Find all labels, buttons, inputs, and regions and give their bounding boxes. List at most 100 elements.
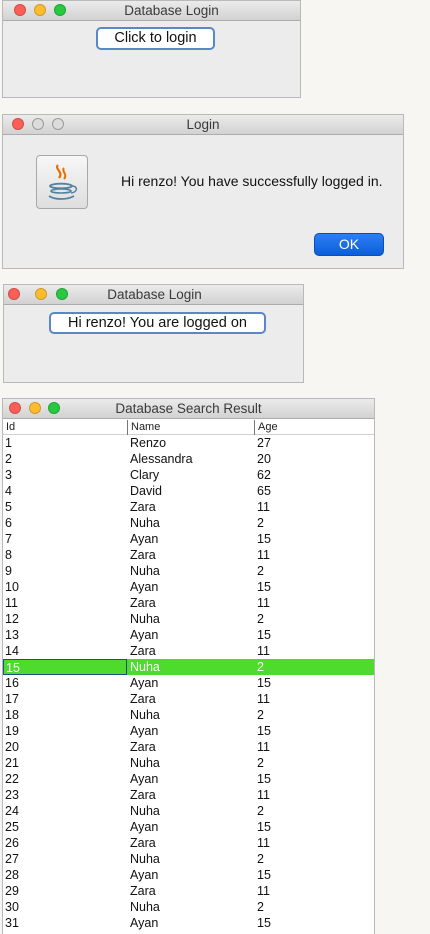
- table-row[interactable]: 3 Clary 62: [3, 467, 374, 483]
- table-row[interactable]: 21 Nuha 2: [3, 755, 374, 771]
- table-row[interactable]: 11 Zara 11: [3, 595, 374, 611]
- cell-age: 20: [257, 452, 271, 466]
- cell-name: Nuha: [130, 564, 160, 578]
- cell-id: 31: [5, 916, 19, 930]
- cell-id: 11: [5, 596, 18, 610]
- cell-age: 2: [257, 708, 264, 722]
- title-bar[interactable]: Database Login: [4, 285, 303, 305]
- title-bar[interactable]: Database Login: [3, 1, 300, 21]
- table-row[interactable]: 4 David 65: [3, 483, 374, 499]
- table-row[interactable]: 16 Ayan 15: [3, 675, 374, 691]
- cell-name: Ayan: [130, 628, 159, 642]
- table-row[interactable]: 24 Nuha 2: [3, 803, 374, 819]
- cell-age: 11: [257, 788, 270, 802]
- table-row[interactable]: 30 Nuha 2: [3, 899, 374, 915]
- table-row[interactable]: 10 Ayan 15: [3, 579, 374, 595]
- cell-id: 18: [5, 708, 19, 722]
- cell-id: 19: [5, 724, 19, 738]
- cell-name: Nuha: [130, 708, 160, 722]
- close-icon[interactable]: [14, 4, 26, 16]
- cell-name: Nuha: [130, 660, 160, 674]
- cell-name: Zara: [130, 692, 156, 706]
- title-bar[interactable]: Database Search Result: [3, 399, 374, 419]
- cell-age: 2: [257, 660, 264, 674]
- cell-age: 11: [257, 836, 270, 850]
- cell-id: 15: [3, 659, 127, 675]
- table-row[interactable]: 29 Zara 11: [3, 883, 374, 899]
- cell-id: 24: [5, 804, 19, 818]
- cell-name: Zara: [130, 740, 156, 754]
- table-row[interactable]: 19 Ayan 15: [3, 723, 374, 739]
- cell-id: 1: [5, 436, 12, 450]
- cell-age: 15: [257, 772, 271, 786]
- cell-name: Ayan: [130, 724, 159, 738]
- table-row[interactable]: 17 Zara 11: [3, 691, 374, 707]
- database-search-result-window: Database Search Result Id Name Age 1 Renz…: [2, 398, 375, 934]
- table-row[interactable]: 12 Nuha 2: [3, 611, 374, 627]
- cell-id: 25: [5, 820, 19, 834]
- cell-name: Zara: [130, 788, 156, 802]
- cell-age: 11: [257, 692, 270, 706]
- cell-id: 30: [5, 900, 19, 914]
- table-row[interactable]: 1 Renzo 27: [3, 435, 374, 451]
- cell-name: Ayan: [130, 580, 159, 594]
- cell-id: 3: [5, 468, 12, 482]
- cell-id: 16: [5, 676, 19, 690]
- title-bar[interactable]: Login: [3, 115, 403, 135]
- cell-id: 26: [5, 836, 19, 850]
- table-row[interactable]: 18 Nuha 2: [3, 707, 374, 723]
- cell-age: 2: [257, 516, 264, 530]
- table-row[interactable]: 28 Ayan 15: [3, 867, 374, 883]
- ok-button[interactable]: OK: [314, 233, 384, 256]
- table-row[interactable]: 5 Zara 11: [3, 499, 374, 515]
- column-header-age[interactable]: Age: [254, 420, 278, 435]
- cell-name: Ayan: [130, 820, 159, 834]
- table-row[interactable]: 27 Nuha 2: [3, 851, 374, 867]
- column-header-name[interactable]: Name: [127, 420, 160, 435]
- table-row[interactable]: 25 Ayan 15: [3, 819, 374, 835]
- dialog-title: Login: [186, 117, 220, 132]
- cell-name: Zara: [130, 884, 156, 898]
- table-row[interactable]: 13 Ayan 15: [3, 627, 374, 643]
- table-row[interactable]: 7 Ayan 15: [3, 531, 374, 547]
- cell-name: Alessandra: [130, 452, 193, 466]
- cell-age: 15: [257, 532, 271, 546]
- cell-name: Zara: [130, 548, 156, 562]
- cell-age: 15: [257, 868, 271, 882]
- cell-id: 12: [5, 612, 19, 626]
- cell-age: 2: [257, 852, 264, 866]
- cell-id: 13: [5, 628, 19, 642]
- table-body: 1 Renzo 27 2 Alessandra 20 3 Clary 62 4 David 65 5 Za…: [3, 435, 374, 931]
- table-row[interactable]: 22 Ayan 15: [3, 771, 374, 787]
- cell-id: 5: [5, 500, 12, 514]
- table-row[interactable]: 23 Zara 11: [3, 787, 374, 803]
- cell-age: 15: [257, 724, 271, 738]
- table-row[interactable]: 9 Nuha 2: [3, 563, 374, 579]
- cell-age: 2: [257, 756, 264, 770]
- click-to-login-button[interactable]: Click to login: [96, 27, 215, 50]
- cell-name: Nuha: [130, 852, 160, 866]
- cell-id: 22: [5, 772, 19, 786]
- cell-name: Renzo: [130, 436, 167, 450]
- table-row[interactable]: 31 Ayan 15: [3, 915, 374, 931]
- column-header-id[interactable]: Id: [3, 420, 15, 435]
- cell-name: Nuha: [130, 516, 160, 530]
- dialog-message: Hi renzo! You have successfully logged i…: [121, 173, 383, 189]
- cell-age: 2: [257, 612, 264, 626]
- cell-id: 23: [5, 788, 19, 802]
- table-header: Id Name Age: [3, 420, 374, 435]
- table-row[interactable]: 14 Zara 11: [3, 643, 374, 659]
- cell-name: Ayan: [130, 676, 159, 690]
- cell-age: 65: [257, 484, 271, 498]
- logged-on-button[interactable]: Hi renzo! You are logged on: [49, 312, 266, 334]
- table-row[interactable]: 6 Nuha 2: [3, 515, 374, 531]
- cell-name: Ayan: [130, 772, 159, 786]
- table-row[interactable]: 20 Zara 11: [3, 739, 374, 755]
- cell-id: 28: [5, 868, 19, 882]
- table-row[interactable]: 2 Alessandra 20: [3, 451, 374, 467]
- cell-id: 6: [5, 516, 12, 530]
- table-row[interactable]: 8 Zara 11: [3, 547, 374, 563]
- table-row[interactable]: 26 Zara 11: [3, 835, 374, 851]
- table-row[interactable]: 15 Nuha 2: [3, 659, 374, 675]
- cell-id: 2: [5, 452, 12, 466]
